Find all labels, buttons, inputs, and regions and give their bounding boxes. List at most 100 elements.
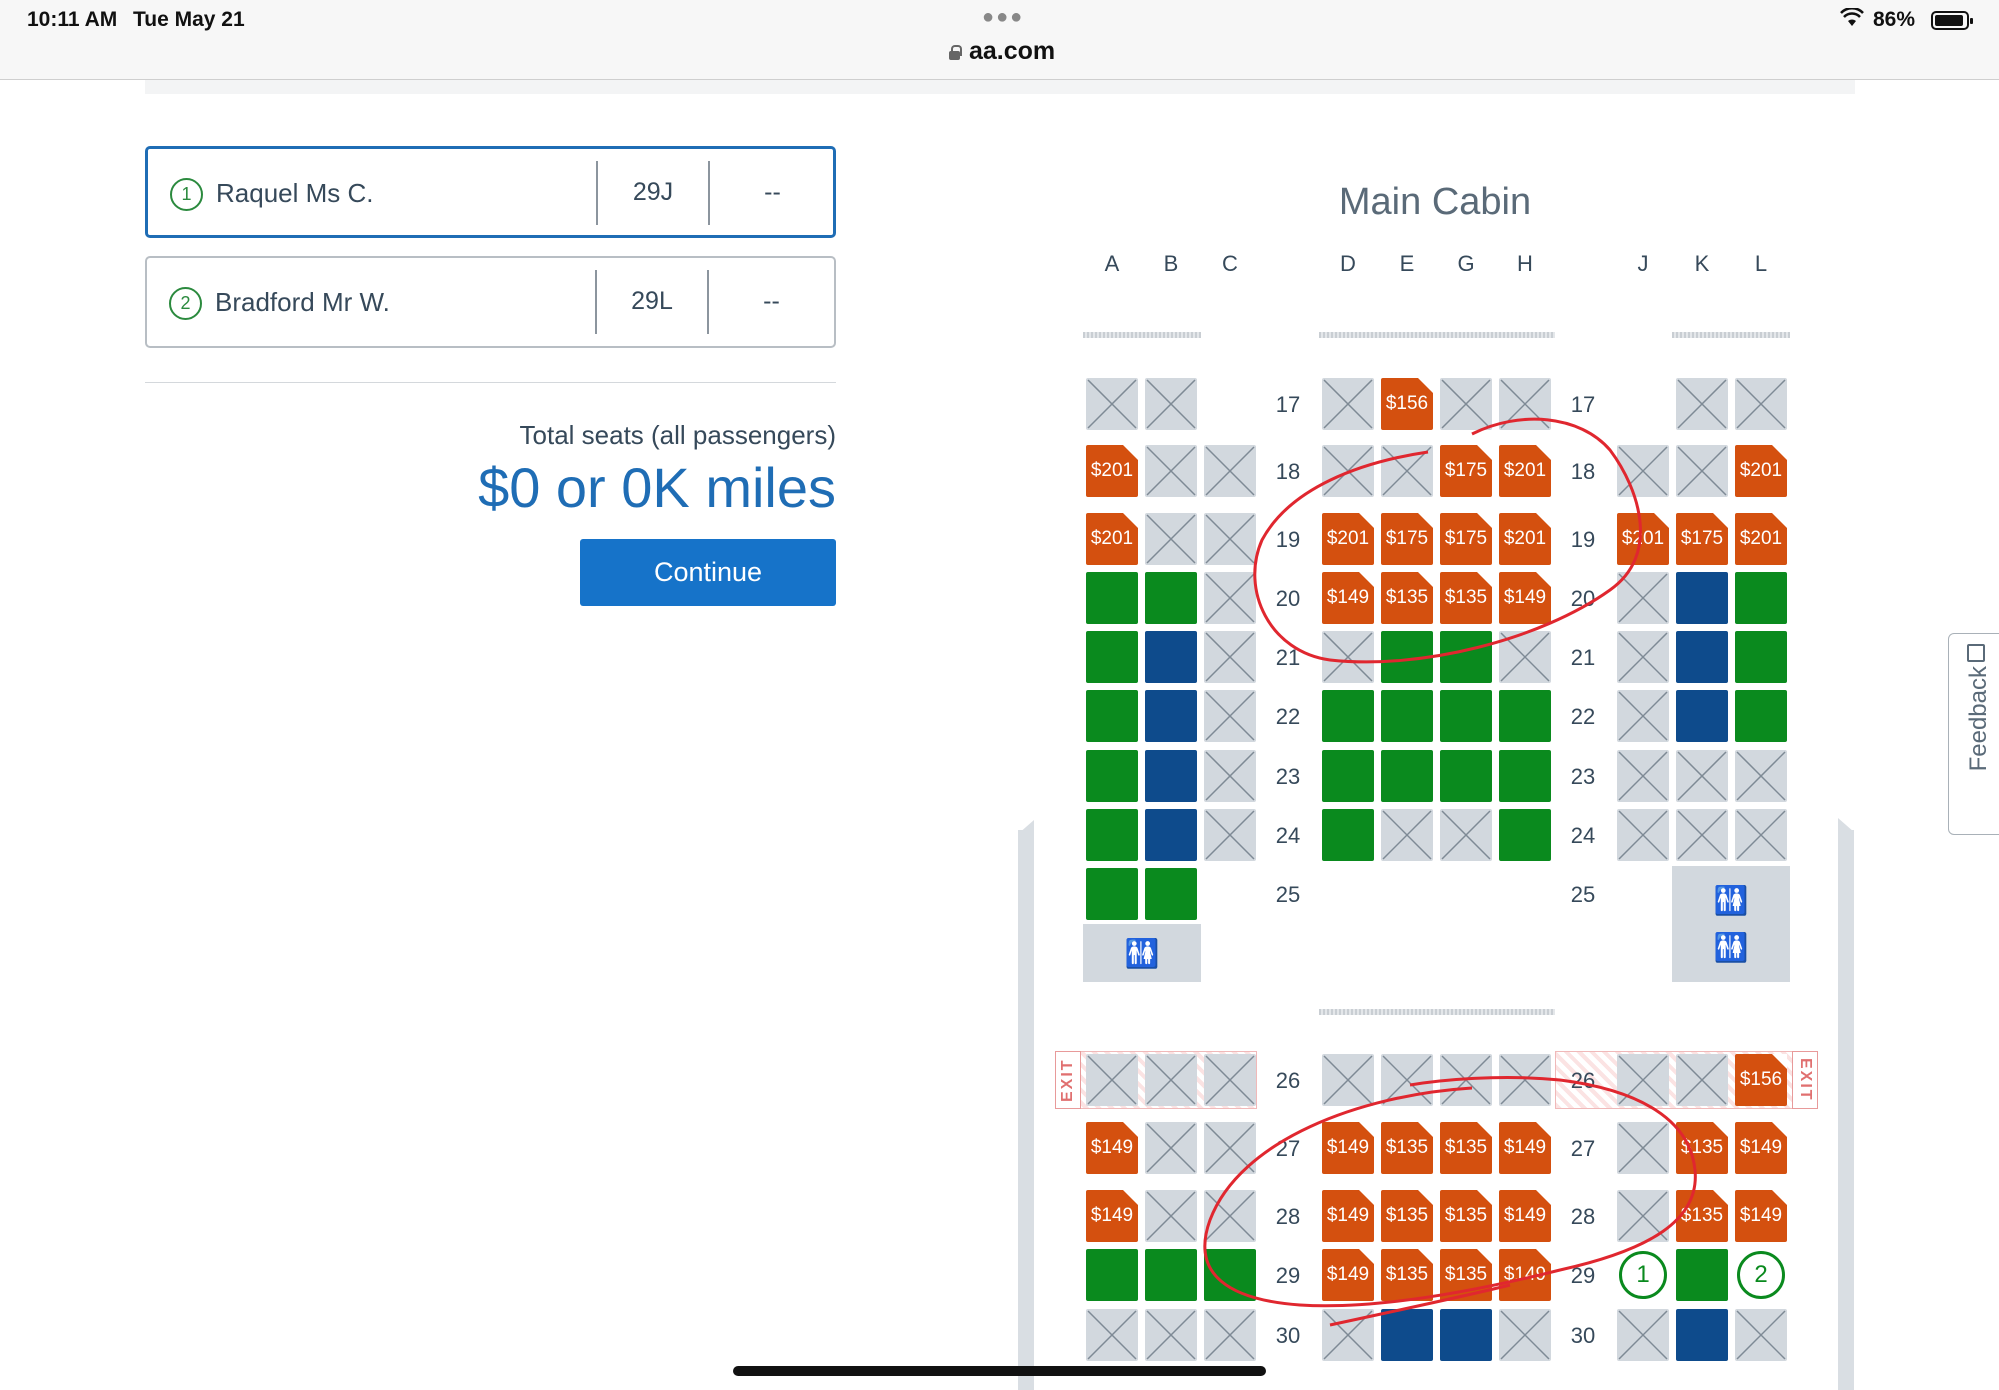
seat-23d[interactable] bbox=[1322, 750, 1374, 802]
row-number-22: 22 bbox=[1275, 704, 1301, 729]
seat-19j[interactable]: $201 bbox=[1617, 513, 1669, 565]
row-number-24: 24 bbox=[1275, 823, 1301, 848]
seat-23h[interactable] bbox=[1499, 750, 1551, 802]
seat-24a[interactable] bbox=[1086, 809, 1138, 861]
seat-22e[interactable] bbox=[1381, 690, 1433, 742]
continue-button[interactable]: Continue bbox=[580, 539, 836, 606]
seat-28k[interactable]: $135 bbox=[1676, 1190, 1728, 1242]
seat-19d[interactable]: $201 bbox=[1322, 513, 1374, 565]
seat-20e[interactable]: $135 bbox=[1381, 572, 1433, 624]
seat-22k[interactable] bbox=[1676, 690, 1728, 742]
seat-29b[interactable] bbox=[1145, 1249, 1197, 1301]
seat-26d-unavailable bbox=[1322, 1054, 1374, 1106]
seat-19k[interactable]: $175 bbox=[1676, 513, 1728, 565]
seat-20g[interactable]: $135 bbox=[1440, 572, 1492, 624]
seat-22g[interactable] bbox=[1440, 690, 1492, 742]
seat-24d[interactable] bbox=[1322, 809, 1374, 861]
seat-29j[interactable]: 1 bbox=[1617, 1249, 1669, 1301]
selected-seat-passenger-badge: 1 bbox=[1619, 1251, 1667, 1299]
seat-22b[interactable] bbox=[1145, 690, 1197, 742]
seat-30g[interactable] bbox=[1440, 1309, 1492, 1361]
address-bar[interactable]: aa.com bbox=[948, 37, 1055, 66]
seat-28g[interactable]: $135 bbox=[1440, 1190, 1492, 1242]
seat-19h[interactable]: $201 bbox=[1499, 513, 1551, 565]
seat-30k[interactable] bbox=[1676, 1309, 1728, 1361]
seat-29l[interactable]: 2 bbox=[1735, 1249, 1787, 1301]
seat-21e[interactable] bbox=[1381, 631, 1433, 683]
seat-price: $201 bbox=[1503, 528, 1547, 549]
seat-19e[interactable]: $175 bbox=[1381, 513, 1433, 565]
seat-27d[interactable]: $149 bbox=[1322, 1122, 1374, 1174]
seat-21k[interactable] bbox=[1676, 631, 1728, 683]
seat-29e[interactable]: $135 bbox=[1381, 1249, 1433, 1301]
seat-22h[interactable] bbox=[1499, 690, 1551, 742]
seat-28l[interactable]: $149 bbox=[1735, 1190, 1787, 1242]
seat-24h[interactable] bbox=[1499, 809, 1551, 861]
seat-21b[interactable] bbox=[1145, 631, 1197, 683]
seat-22d[interactable] bbox=[1322, 690, 1374, 742]
home-indicator[interactable] bbox=[733, 1366, 1266, 1376]
seat-27k[interactable]: $135 bbox=[1676, 1122, 1728, 1174]
seat-30d-unavailable bbox=[1322, 1309, 1374, 1361]
seat-18a[interactable]: $201 bbox=[1086, 445, 1138, 497]
seat-28h[interactable]: $149 bbox=[1499, 1190, 1551, 1242]
column-letter-d: D bbox=[1340, 251, 1356, 276]
seat-21g[interactable] bbox=[1440, 631, 1492, 683]
seat-23b[interactable] bbox=[1145, 750, 1197, 802]
seat-20d[interactable]: $149 bbox=[1322, 572, 1374, 624]
seat-29c[interactable] bbox=[1204, 1249, 1256, 1301]
seat-25b[interactable] bbox=[1145, 868, 1197, 920]
passenger-card-1[interactable]: 1 Raquel Ms C. 29J -- bbox=[145, 146, 836, 238]
row-number-18: 18 bbox=[1570, 459, 1596, 484]
seat-29g[interactable]: $135 bbox=[1440, 1249, 1492, 1301]
seat-price: $201 bbox=[1739, 460, 1783, 481]
seat-27l[interactable]: $149 bbox=[1735, 1122, 1787, 1174]
seat-price: $149 bbox=[1326, 587, 1370, 608]
seat-29h[interactable]: $149 bbox=[1499, 1249, 1551, 1301]
seat-30e[interactable] bbox=[1381, 1309, 1433, 1361]
passenger-card-2[interactable]: 2 Bradford Mr W. 29L -- bbox=[145, 256, 836, 348]
seat-27a[interactable]: $149 bbox=[1086, 1122, 1138, 1174]
seat-28e[interactable]: $135 bbox=[1381, 1190, 1433, 1242]
seat-price: $149 bbox=[1739, 1137, 1783, 1158]
feedback-tab[interactable]: Feedback bbox=[1948, 633, 1999, 835]
seat-21l[interactable] bbox=[1735, 631, 1787, 683]
seat-29k[interactable] bbox=[1676, 1249, 1728, 1301]
seat-26l[interactable]: $156 bbox=[1735, 1054, 1787, 1106]
seat-18l[interactable]: $201 bbox=[1735, 445, 1787, 497]
seat-price: $149 bbox=[1326, 1137, 1370, 1158]
seat-22l[interactable] bbox=[1735, 690, 1787, 742]
tab-menu-dots-icon[interactable]: ●●● bbox=[982, 6, 1024, 29]
seat-20a[interactable] bbox=[1086, 572, 1138, 624]
seat-24l-unavailable bbox=[1735, 809, 1787, 861]
seat-28d[interactable]: $149 bbox=[1322, 1190, 1374, 1242]
seat-19g[interactable]: $175 bbox=[1440, 513, 1492, 565]
seat-17e[interactable]: $156 bbox=[1381, 378, 1433, 430]
seat-20l[interactable] bbox=[1735, 572, 1787, 624]
seat-29d[interactable]: $149 bbox=[1322, 1249, 1374, 1301]
seat-27h[interactable]: $149 bbox=[1499, 1122, 1551, 1174]
seat-27e[interactable]: $135 bbox=[1381, 1122, 1433, 1174]
row-number-19: 19 bbox=[1275, 527, 1301, 552]
seat-22a[interactable] bbox=[1086, 690, 1138, 742]
seat-20h[interactable]: $149 bbox=[1499, 572, 1551, 624]
bulkhead bbox=[1319, 1009, 1555, 1015]
seat-20b[interactable] bbox=[1145, 572, 1197, 624]
seat-18c-unavailable bbox=[1204, 445, 1256, 497]
seat-23a[interactable] bbox=[1086, 750, 1138, 802]
seat-18h[interactable]: $201 bbox=[1499, 445, 1551, 497]
seat-23e[interactable] bbox=[1381, 750, 1433, 802]
seat-price: $135 bbox=[1680, 1137, 1724, 1158]
seat-28a[interactable]: $149 bbox=[1086, 1190, 1138, 1242]
seat-19l[interactable]: $201 bbox=[1735, 513, 1787, 565]
seat-29a[interactable] bbox=[1086, 1249, 1138, 1301]
seat-21a[interactable] bbox=[1086, 631, 1138, 683]
seat-19a[interactable]: $201 bbox=[1086, 513, 1138, 565]
seat-18g[interactable]: $175 bbox=[1440, 445, 1492, 497]
seat-23g[interactable] bbox=[1440, 750, 1492, 802]
seat-27g[interactable]: $135 bbox=[1440, 1122, 1492, 1174]
seat-25a[interactable] bbox=[1086, 868, 1138, 920]
seat-24b[interactable] bbox=[1145, 809, 1197, 861]
seat-20k[interactable] bbox=[1676, 572, 1728, 624]
column-letter-k: K bbox=[1694, 251, 1710, 276]
